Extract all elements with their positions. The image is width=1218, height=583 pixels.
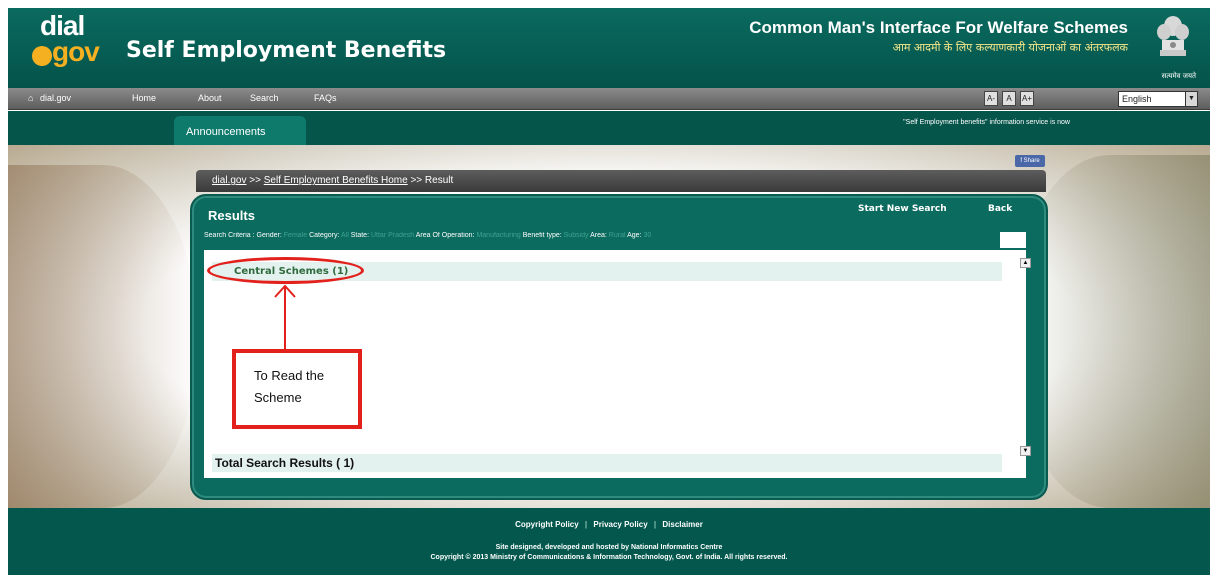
breadcrumb-separator: >>	[249, 175, 261, 186]
nav-item-about[interactable]: About	[198, 93, 222, 103]
criteria-category-value: All	[341, 232, 349, 239]
site-footer: Copyright Policy | Privacy Policy | Disc…	[8, 508, 1210, 575]
logo-dot	[32, 46, 52, 66]
nav-item-search[interactable]: Search	[250, 93, 279, 103]
criteria-category-name: Category:	[309, 232, 340, 239]
criteria-gender-value: Female	[283, 232, 308, 239]
highlight-ellipse	[207, 257, 364, 284]
footer-link-disclaimer[interactable]: Disclaimer	[662, 520, 702, 529]
total-search-results: Total Search Results ( 1)	[215, 456, 355, 470]
dialgov-logo[interactable]: dial gov	[32, 10, 100, 70]
emblem-motto: सत्यमेव जयते	[1161, 72, 1196, 80]
font-decrease-button[interactable]: A-	[984, 91, 998, 106]
footer-credits: Site designed, developed and hosted by N…	[495, 544, 723, 551]
font-increase-button[interactable]: A+	[1020, 91, 1034, 106]
breadcrumb-dialgov[interactable]: dial.gov	[212, 175, 246, 186]
tagline-hindi: आम आदमी के लिए कल्याणकारी योजनाओं का अंत…	[892, 41, 1128, 54]
criteria-benefit-type-value: Subsidy	[563, 232, 589, 239]
criteria-state-name: State:	[350, 232, 370, 239]
announcement-marquee: "Self Employment benefits" information s…	[903, 119, 1070, 126]
footer-link-privacy[interactable]: Privacy Policy	[593, 520, 647, 529]
tagline: Common Man's Interface For Welfare Schem…	[749, 18, 1128, 37]
nav-home-icon[interactable]: ⌂	[28, 93, 33, 103]
national-emblem-icon	[1157, 16, 1189, 56]
callout-note: To Read the Scheme	[232, 349, 362, 429]
criteria-area-name: Area:	[590, 232, 607, 239]
breadcrumb-home[interactable]: Self Employment Benefits Home	[264, 175, 408, 186]
background-photo-left	[8, 165, 198, 508]
chevron-down-icon: ▼	[1185, 92, 1197, 106]
nav-item-faqs[interactable]: FAQs	[314, 93, 337, 103]
breadcrumb: dial.gov >> Self Employment Benefits Hom…	[196, 170, 1046, 192]
scroll-up-arrow-icon[interactable]: ▲	[1020, 258, 1031, 268]
criteria-label: Search Criteria :	[204, 232, 255, 239]
criteria-area-value: Rural	[608, 232, 626, 239]
language-select[interactable]: English ▼	[1118, 91, 1198, 107]
footer-copyright: Copyright © 2013 Ministry of Communicati…	[430, 554, 788, 561]
language-select-value: English	[1122, 94, 1152, 104]
announcements-bar: Announcements "Self Employment benefits"…	[8, 111, 1210, 145]
criteria-age-value: 30	[643, 232, 652, 239]
nav-item-home[interactable]: Home	[132, 93, 156, 103]
callout-arrow-icon	[274, 284, 296, 351]
site-header: dial gov Self Employment Benefits Common…	[8, 8, 1210, 88]
criteria-spacer	[1000, 232, 1026, 248]
criteria-state-value: Uttar Pradesh	[370, 232, 415, 239]
criteria-gender-name: Gender:	[256, 232, 282, 239]
font-normal-button[interactable]: A	[1002, 91, 1016, 106]
footer-separator: |	[653, 520, 657, 529]
footer-links: Copyright Policy | Privacy Policy | Disc…	[8, 520, 1210, 529]
results-title: Results	[208, 208, 255, 223]
search-criteria: Search Criteria : Gender: Female Categor…	[204, 232, 1024, 248]
announcements-tab[interactable]: Announcements	[174, 116, 306, 145]
criteria-area-operation-value: Manufacturing	[476, 232, 521, 239]
breadcrumb-separator: >>	[410, 175, 423, 186]
results-panel: Results Start New Search Back Search Cri…	[190, 194, 1048, 500]
callout-line-1: To Read the	[254, 368, 325, 383]
back-link[interactable]: Back	[988, 204, 1012, 214]
criteria-area-operation-name: Area Of Operation:	[415, 232, 475, 239]
logo-gov-text: gov	[52, 36, 100, 67]
start-new-search-link[interactable]: Start New Search	[858, 204, 947, 214]
facebook-share-button[interactable]: f Share	[1015, 155, 1045, 167]
criteria-benefit-type-name: Benefit type:	[522, 232, 562, 239]
scroll-down-arrow-icon[interactable]: ▼	[1020, 446, 1031, 456]
site-title: Self Employment Benefits	[126, 38, 447, 63]
top-nav-bar: ⌂ dial.gov Home About Search FAQs A- A A…	[8, 88, 1210, 110]
breadcrumb-current: Result	[424, 175, 454, 186]
callout-line-2: Scheme	[254, 390, 302, 405]
footer-separator: |	[584, 520, 588, 529]
nav-item-dialgov[interactable]: dial.gov	[40, 93, 71, 103]
footer-link-copyright[interactable]: Copyright Policy	[515, 520, 579, 529]
criteria-age-name: Age:	[627, 232, 642, 239]
